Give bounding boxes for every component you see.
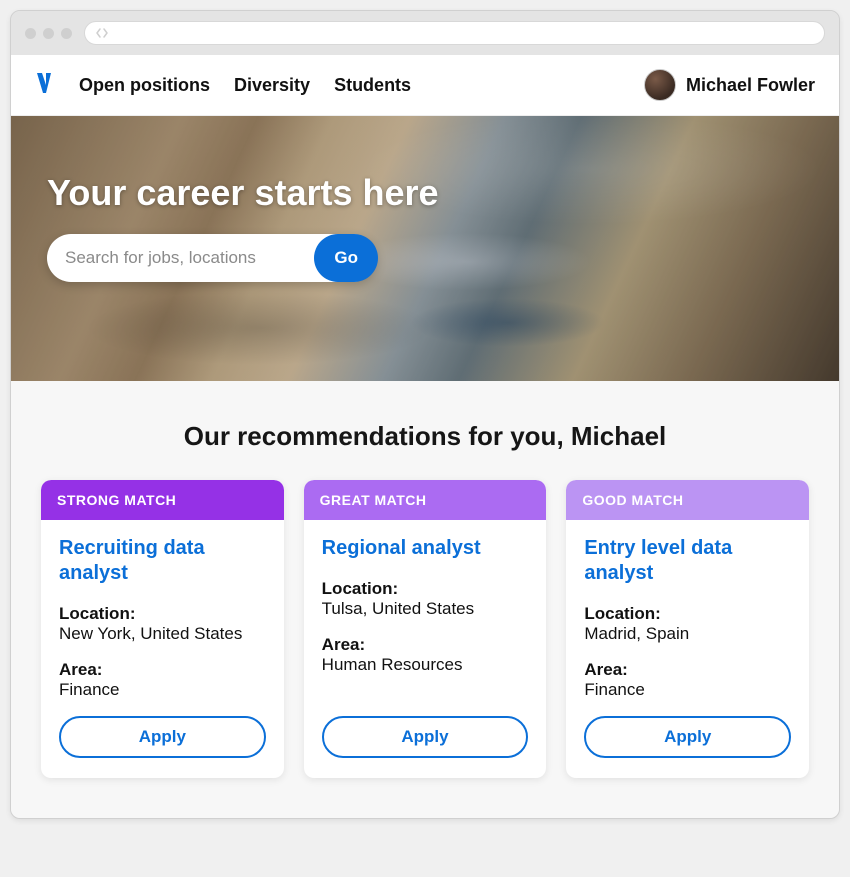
job-card: GREAT MATCH Regional analyst Location: T…: [304, 480, 547, 778]
card-body: Regional analyst Location: Tulsa, United…: [304, 520, 547, 778]
window-dot: [61, 28, 72, 39]
area-label: Area:: [584, 660, 791, 680]
area-label: Area:: [59, 660, 266, 680]
search-wrap: Go: [47, 234, 377, 282]
card-body: Entry level data analyst Location: Madri…: [566, 520, 809, 778]
job-title-link[interactable]: Regional analyst: [322, 536, 529, 561]
url-bar[interactable]: [84, 21, 825, 45]
nav-open-positions[interactable]: Open positions: [79, 75, 210, 96]
location-label: Location:: [584, 604, 791, 624]
apply-button[interactable]: Apply: [584, 716, 791, 758]
area-label: Area:: [322, 635, 529, 655]
site-header: Open positions Diversity Students Michae…: [11, 55, 839, 116]
user-menu[interactable]: Michael Fowler: [644, 69, 815, 101]
main-nav: Open positions Diversity Students: [79, 75, 644, 96]
hero-banner: Your career starts here Go: [11, 116, 839, 381]
recommendations-section: Our recommendations for you, Michael STR…: [11, 381, 839, 818]
match-badge: GREAT MATCH: [304, 480, 547, 520]
area-value: Finance: [59, 680, 266, 700]
browser-chrome: [11, 11, 839, 55]
search-input[interactable]: [65, 248, 314, 268]
search-go-button[interactable]: Go: [314, 234, 378, 282]
user-name: Michael Fowler: [686, 75, 815, 96]
location-value: Tulsa, United States: [322, 599, 529, 619]
match-badge: STRONG MATCH: [41, 480, 284, 520]
match-badge: GOOD MATCH: [566, 480, 809, 520]
area-value: Finance: [584, 680, 791, 700]
job-card: STRONG MATCH Recruiting data analyst Loc…: [41, 480, 284, 778]
logo-icon[interactable]: [35, 71, 55, 100]
nav-students[interactable]: Students: [334, 75, 411, 96]
nav-diversity[interactable]: Diversity: [234, 75, 310, 96]
apply-button[interactable]: Apply: [59, 716, 266, 758]
job-card: GOOD MATCH Entry level data analyst Loca…: [566, 480, 809, 778]
window-dot: [43, 28, 54, 39]
job-title-link[interactable]: Recruiting data analyst: [59, 536, 266, 586]
location-value: New York, United States: [59, 624, 266, 644]
cards-row: STRONG MATCH Recruiting data analyst Loc…: [41, 480, 809, 778]
recommendations-title: Our recommendations for you, Michael: [41, 421, 809, 452]
avatar: [644, 69, 676, 101]
code-icon: [95, 27, 109, 39]
job-title-link[interactable]: Entry level data analyst: [584, 536, 791, 586]
area-value: Human Resources: [322, 655, 529, 675]
hero-headline: Your career starts here: [47, 172, 803, 214]
location-value: Madrid, Spain: [584, 624, 791, 644]
traffic-lights: [25, 28, 72, 39]
apply-button[interactable]: Apply: [322, 716, 529, 758]
location-label: Location:: [59, 604, 266, 624]
card-body: Recruiting data analyst Location: New Yo…: [41, 520, 284, 778]
browser-frame: Open positions Diversity Students Michae…: [10, 10, 840, 819]
page: Open positions Diversity Students Michae…: [11, 55, 839, 818]
window-dot: [25, 28, 36, 39]
location-label: Location:: [322, 579, 529, 599]
